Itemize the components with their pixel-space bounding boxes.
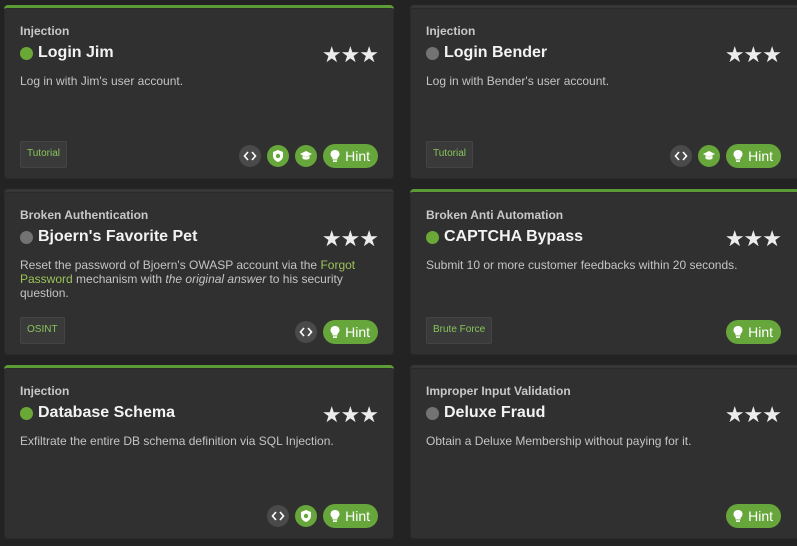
solved-status-dot	[20, 406, 33, 420]
lightbulb-icon	[733, 326, 743, 338]
hint-button[interactable]: Hint	[323, 504, 378, 528]
unsolved-status-dot	[426, 406, 439, 420]
lightbulb-icon	[733, 150, 743, 162]
lightbulb-icon	[330, 326, 340, 338]
challenge-card-deluxe-fraud: Improper Input Validation Deluxe Fraud ★…	[410, 365, 797, 539]
card-actions: Hint	[239, 144, 378, 168]
challenge-category: Injection	[20, 384, 70, 398]
hint-button[interactable]: Hint	[726, 320, 781, 344]
challenge-card-login-bender: Injection Login Bender ★★★ Log in with B…	[410, 5, 797, 179]
challenge-category: Broken Anti Automation	[426, 208, 564, 222]
hint-label: Hint	[345, 324, 370, 340]
code-icon	[299, 327, 313, 337]
hint-button[interactable]: Hint	[726, 144, 781, 168]
challenge-title-row: Login Bender	[426, 44, 547, 62]
difficulty-stars: ★★★	[724, 402, 782, 427]
code-snippet-button[interactable]	[239, 145, 262, 167]
challenge-title-row: Login Jim	[20, 44, 114, 62]
challenge-category: Injection	[426, 24, 476, 38]
code-icon	[674, 151, 688, 161]
challenge-description: Log in with Bender's user account.	[426, 74, 610, 88]
challenge-title-row: Deluxe Fraud	[426, 404, 545, 422]
unsolved-status-dot	[20, 230, 33, 244]
challenge-category: Injection	[20, 24, 70, 38]
challenge-description: Submit 10 or more customer feedbacks wit…	[426, 258, 738, 272]
hint-label: Hint	[748, 148, 773, 164]
hint-label: Hint	[345, 148, 370, 164]
hint-button[interactable]: Hint	[726, 504, 781, 528]
card-actions: Hint	[295, 320, 378, 344]
tag-tutorial[interactable]: Tutorial	[426, 141, 473, 168]
mitigation-link-button[interactable]	[267, 145, 290, 167]
challenge-category: Improper Input Validation	[426, 384, 571, 398]
challenge-title-row: Bjoern's Favorite Pet	[20, 228, 197, 246]
challenge-description: Reset the password of Bjoern's OWASP acc…	[20, 258, 358, 300]
lightbulb-icon	[733, 510, 743, 522]
code-snippet-button[interactable]	[295, 321, 318, 343]
tag-brute-force[interactable]: Brute Force	[426, 317, 493, 344]
graduation-cap-icon	[703, 151, 716, 160]
hint-label: Hint	[345, 508, 370, 524]
difficulty-stars: ★★★	[724, 226, 782, 251]
challenge-title: CAPTCHA Bypass	[444, 228, 583, 245]
hint-label: Hint	[748, 508, 773, 524]
challenge-title: Deluxe Fraud	[444, 404, 546, 421]
tutorial-button[interactable]	[698, 145, 721, 167]
card-actions: Hint	[726, 320, 781, 344]
challenge-card-login-jim: Injection Login Jim ★★★ Log in with Jim'…	[4, 5, 394, 179]
solved-status-dot	[20, 46, 33, 60]
difficulty-stars: ★★★	[321, 226, 379, 251]
difficulty-stars: ★★★	[321, 402, 379, 427]
difficulty-stars: ★★★	[724, 42, 782, 67]
lightbulb-icon	[330, 150, 340, 162]
challenge-title: Login Jim	[38, 44, 114, 61]
card-actions: Hint	[670, 144, 781, 168]
challenge-title: Bjoern's Favorite Pet	[38, 228, 198, 245]
difficulty-stars: ★★★	[321, 42, 379, 67]
description-emphasis: the original answer	[165, 272, 267, 286]
description-text: Reset the password of Bjoern's OWASP acc…	[20, 258, 321, 272]
tutorial-button[interactable]	[295, 145, 318, 167]
challenge-title: Login Bender	[444, 44, 548, 61]
challenge-description: Obtain a Deluxe Membership without payin…	[426, 434, 692, 448]
challenge-card-captcha-bypass: Broken Anti Automation CAPTCHA Bypass ★★…	[410, 189, 797, 355]
tag-osint[interactable]: OSINT	[20, 317, 65, 344]
card-actions: Hint	[726, 504, 781, 528]
challenge-description: Exfiltrate the entire DB schema definiti…	[20, 434, 334, 448]
challenge-description: Log in with Jim's user account.	[20, 74, 184, 88]
unsolved-status-dot	[426, 46, 439, 60]
challenge-card-bjoerns-favorite-pet: Broken Authentication Bjoern's Favorite …	[4, 189, 394, 355]
challenge-category: Broken Authentication	[20, 208, 149, 222]
lightbulb-icon	[330, 510, 340, 522]
code-snippet-button[interactable]	[267, 505, 290, 527]
mitigation-link-button[interactable]	[295, 505, 318, 527]
hint-label: Hint	[748, 324, 773, 340]
description-text: mechanism with	[72, 272, 166, 286]
card-actions: Hint	[267, 504, 378, 528]
code-icon	[271, 511, 285, 521]
graduation-cap-icon	[300, 151, 313, 160]
owasp-shield-icon	[273, 150, 284, 162]
hint-button[interactable]: Hint	[323, 320, 378, 344]
solved-status-dot	[426, 230, 439, 244]
hint-button[interactable]: Hint	[323, 144, 378, 168]
tag-tutorial[interactable]: Tutorial	[20, 141, 67, 168]
challenge-title-row: Database Schema	[20, 404, 175, 422]
challenge-title: Database Schema	[38, 404, 175, 421]
challenge-title-row: CAPTCHA Bypass	[426, 228, 583, 246]
challenge-card-database-schema: Injection Database Schema ★★★ Exfiltrate…	[4, 365, 394, 539]
code-snippet-button[interactable]	[670, 145, 693, 167]
code-icon	[243, 151, 257, 161]
owasp-shield-icon	[301, 510, 312, 522]
